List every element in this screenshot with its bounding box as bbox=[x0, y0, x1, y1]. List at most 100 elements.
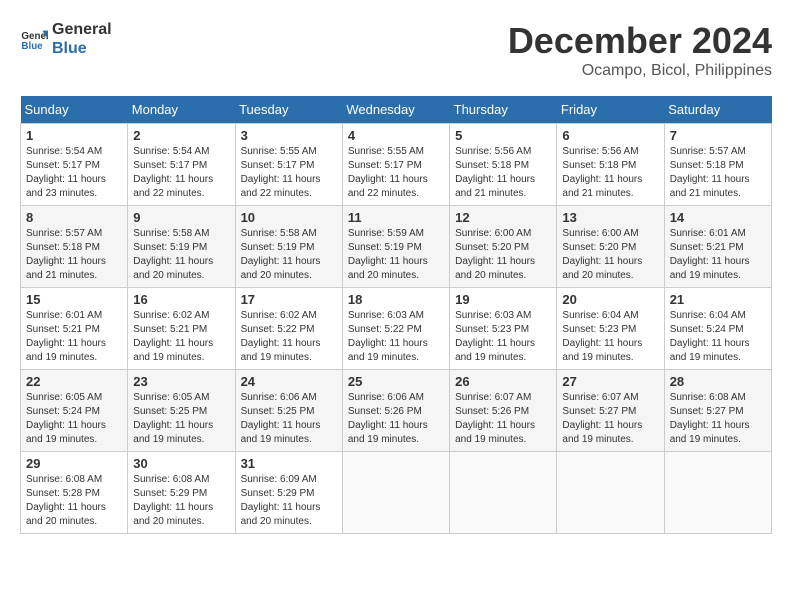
day-number: 19 bbox=[455, 292, 551, 307]
day-info: Sunrise: 6:07 AM Sunset: 5:27 PM Dayligh… bbox=[562, 391, 658, 447]
calendar-cell: 1 Sunrise: 5:54 AM Sunset: 5:17 PM Dayli… bbox=[21, 124, 128, 206]
calendar-cell: 8 Sunrise: 5:57 AM Sunset: 5:18 PM Dayli… bbox=[21, 206, 128, 288]
day-number: 9 bbox=[133, 210, 229, 225]
day-info: Sunrise: 6:06 AM Sunset: 5:25 PM Dayligh… bbox=[241, 391, 337, 447]
day-number: 31 bbox=[241, 456, 337, 471]
day-number: 7 bbox=[670, 128, 766, 143]
calendar-cell: 17 Sunrise: 6:02 AM Sunset: 5:22 PM Dayl… bbox=[235, 288, 342, 370]
calendar-cell: 28 Sunrise: 6:08 AM Sunset: 5:27 PM Dayl… bbox=[664, 370, 771, 452]
day-info: Sunrise: 6:01 AM Sunset: 5:21 PM Dayligh… bbox=[26, 309, 122, 365]
weekday-header-wednesday: Wednesday bbox=[342, 96, 449, 124]
day-info: Sunrise: 6:00 AM Sunset: 5:20 PM Dayligh… bbox=[562, 227, 658, 283]
day-number: 18 bbox=[348, 292, 444, 307]
location: Ocampo, Bicol, Philippines bbox=[508, 62, 772, 80]
weekday-header-saturday: Saturday bbox=[664, 96, 771, 124]
calendar-cell: 14 Sunrise: 6:01 AM Sunset: 5:21 PM Dayl… bbox=[664, 206, 771, 288]
calendar-cell: 19 Sunrise: 6:03 AM Sunset: 5:23 PM Dayl… bbox=[450, 288, 557, 370]
calendar-cell: 10 Sunrise: 5:58 AM Sunset: 5:19 PM Dayl… bbox=[235, 206, 342, 288]
week-row-3: 15 Sunrise: 6:01 AM Sunset: 5:21 PM Dayl… bbox=[21, 288, 772, 370]
day-number: 21 bbox=[670, 292, 766, 307]
calendar-cell: 13 Sunrise: 6:00 AM Sunset: 5:20 PM Dayl… bbox=[557, 206, 664, 288]
calendar-cell: 24 Sunrise: 6:06 AM Sunset: 5:25 PM Dayl… bbox=[235, 370, 342, 452]
week-row-2: 8 Sunrise: 5:57 AM Sunset: 5:18 PM Dayli… bbox=[21, 206, 772, 288]
day-number: 8 bbox=[26, 210, 122, 225]
title-block: December 2024 Ocampo, Bicol, Philippines bbox=[508, 20, 772, 80]
day-info: Sunrise: 6:03 AM Sunset: 5:23 PM Dayligh… bbox=[455, 309, 551, 365]
week-row-4: 22 Sunrise: 6:05 AM Sunset: 5:24 PM Dayl… bbox=[21, 370, 772, 452]
day-number: 30 bbox=[133, 456, 229, 471]
day-info: Sunrise: 5:54 AM Sunset: 5:17 PM Dayligh… bbox=[26, 145, 122, 201]
calendar-cell: 7 Sunrise: 5:57 AM Sunset: 5:18 PM Dayli… bbox=[664, 124, 771, 206]
day-info: Sunrise: 5:54 AM Sunset: 5:17 PM Dayligh… bbox=[133, 145, 229, 201]
day-number: 12 bbox=[455, 210, 551, 225]
calendar-cell: 9 Sunrise: 5:58 AM Sunset: 5:19 PM Dayli… bbox=[128, 206, 235, 288]
svg-text:Blue: Blue bbox=[21, 41, 43, 52]
day-number: 10 bbox=[241, 210, 337, 225]
day-info: Sunrise: 6:02 AM Sunset: 5:21 PM Dayligh… bbox=[133, 309, 229, 365]
calendar-cell: 18 Sunrise: 6:03 AM Sunset: 5:22 PM Dayl… bbox=[342, 288, 449, 370]
calendar-cell: 12 Sunrise: 6:00 AM Sunset: 5:20 PM Dayl… bbox=[450, 206, 557, 288]
weekday-header-row: SundayMondayTuesdayWednesdayThursdayFrid… bbox=[21, 96, 772, 124]
month-title: December 2024 bbox=[508, 20, 772, 62]
logo-text-general: General bbox=[52, 20, 112, 39]
day-info: Sunrise: 5:56 AM Sunset: 5:18 PM Dayligh… bbox=[455, 145, 551, 201]
day-info: Sunrise: 6:05 AM Sunset: 5:25 PM Dayligh… bbox=[133, 391, 229, 447]
day-info: Sunrise: 6:06 AM Sunset: 5:26 PM Dayligh… bbox=[348, 391, 444, 447]
calendar-cell: 5 Sunrise: 5:56 AM Sunset: 5:18 PM Dayli… bbox=[450, 124, 557, 206]
day-info: Sunrise: 6:08 AM Sunset: 5:28 PM Dayligh… bbox=[26, 473, 122, 529]
calendar-cell bbox=[342, 452, 449, 534]
week-row-5: 29 Sunrise: 6:08 AM Sunset: 5:28 PM Dayl… bbox=[21, 452, 772, 534]
day-number: 22 bbox=[26, 374, 122, 389]
day-info: Sunrise: 5:57 AM Sunset: 5:18 PM Dayligh… bbox=[26, 227, 122, 283]
weekday-header-monday: Monday bbox=[128, 96, 235, 124]
calendar-cell: 22 Sunrise: 6:05 AM Sunset: 5:24 PM Dayl… bbox=[21, 370, 128, 452]
calendar-table: SundayMondayTuesdayWednesdayThursdayFrid… bbox=[20, 96, 772, 534]
weekday-header-thursday: Thursday bbox=[450, 96, 557, 124]
logo: General Blue General Blue bbox=[20, 20, 112, 58]
calendar-cell: 21 Sunrise: 6:04 AM Sunset: 5:24 PM Dayl… bbox=[664, 288, 771, 370]
day-number: 26 bbox=[455, 374, 551, 389]
day-info: Sunrise: 5:58 AM Sunset: 5:19 PM Dayligh… bbox=[241, 227, 337, 283]
day-number: 28 bbox=[670, 374, 766, 389]
week-row-1: 1 Sunrise: 5:54 AM Sunset: 5:17 PM Dayli… bbox=[21, 124, 772, 206]
day-number: 14 bbox=[670, 210, 766, 225]
day-info: Sunrise: 5:55 AM Sunset: 5:17 PM Dayligh… bbox=[348, 145, 444, 201]
day-number: 17 bbox=[241, 292, 337, 307]
day-number: 25 bbox=[348, 374, 444, 389]
day-info: Sunrise: 5:57 AM Sunset: 5:18 PM Dayligh… bbox=[670, 145, 766, 201]
day-number: 29 bbox=[26, 456, 122, 471]
day-number: 2 bbox=[133, 128, 229, 143]
day-info: Sunrise: 6:05 AM Sunset: 5:24 PM Dayligh… bbox=[26, 391, 122, 447]
day-number: 11 bbox=[348, 210, 444, 225]
day-number: 6 bbox=[562, 128, 658, 143]
day-info: Sunrise: 6:04 AM Sunset: 5:23 PM Dayligh… bbox=[562, 309, 658, 365]
day-info: Sunrise: 6:08 AM Sunset: 5:27 PM Dayligh… bbox=[670, 391, 766, 447]
calendar-cell: 15 Sunrise: 6:01 AM Sunset: 5:21 PM Dayl… bbox=[21, 288, 128, 370]
day-info: Sunrise: 6:07 AM Sunset: 5:26 PM Dayligh… bbox=[455, 391, 551, 447]
day-number: 4 bbox=[348, 128, 444, 143]
day-info: Sunrise: 6:00 AM Sunset: 5:20 PM Dayligh… bbox=[455, 227, 551, 283]
calendar-cell: 16 Sunrise: 6:02 AM Sunset: 5:21 PM Dayl… bbox=[128, 288, 235, 370]
calendar-cell: 27 Sunrise: 6:07 AM Sunset: 5:27 PM Dayl… bbox=[557, 370, 664, 452]
calendar-cell: 30 Sunrise: 6:08 AM Sunset: 5:29 PM Dayl… bbox=[128, 452, 235, 534]
calendar-cell: 31 Sunrise: 6:09 AM Sunset: 5:29 PM Dayl… bbox=[235, 452, 342, 534]
logo-text-blue: Blue bbox=[52, 39, 112, 58]
calendar-cell bbox=[450, 452, 557, 534]
day-number: 1 bbox=[26, 128, 122, 143]
calendar-cell: 26 Sunrise: 6:07 AM Sunset: 5:26 PM Dayl… bbox=[450, 370, 557, 452]
logo-icon: General Blue bbox=[20, 25, 48, 53]
calendar-cell bbox=[664, 452, 771, 534]
day-info: Sunrise: 6:04 AM Sunset: 5:24 PM Dayligh… bbox=[670, 309, 766, 365]
calendar-cell: 3 Sunrise: 5:55 AM Sunset: 5:17 PM Dayli… bbox=[235, 124, 342, 206]
day-info: Sunrise: 6:02 AM Sunset: 5:22 PM Dayligh… bbox=[241, 309, 337, 365]
page-header: General Blue General Blue December 2024 … bbox=[20, 20, 772, 80]
day-info: Sunrise: 6:03 AM Sunset: 5:22 PM Dayligh… bbox=[348, 309, 444, 365]
day-info: Sunrise: 5:55 AM Sunset: 5:17 PM Dayligh… bbox=[241, 145, 337, 201]
day-info: Sunrise: 6:01 AM Sunset: 5:21 PM Dayligh… bbox=[670, 227, 766, 283]
calendar-cell: 6 Sunrise: 5:56 AM Sunset: 5:18 PM Dayli… bbox=[557, 124, 664, 206]
day-number: 16 bbox=[133, 292, 229, 307]
calendar-cell: 20 Sunrise: 6:04 AM Sunset: 5:23 PM Dayl… bbox=[557, 288, 664, 370]
day-number: 27 bbox=[562, 374, 658, 389]
day-info: Sunrise: 6:08 AM Sunset: 5:29 PM Dayligh… bbox=[133, 473, 229, 529]
calendar-cell: 25 Sunrise: 6:06 AM Sunset: 5:26 PM Dayl… bbox=[342, 370, 449, 452]
